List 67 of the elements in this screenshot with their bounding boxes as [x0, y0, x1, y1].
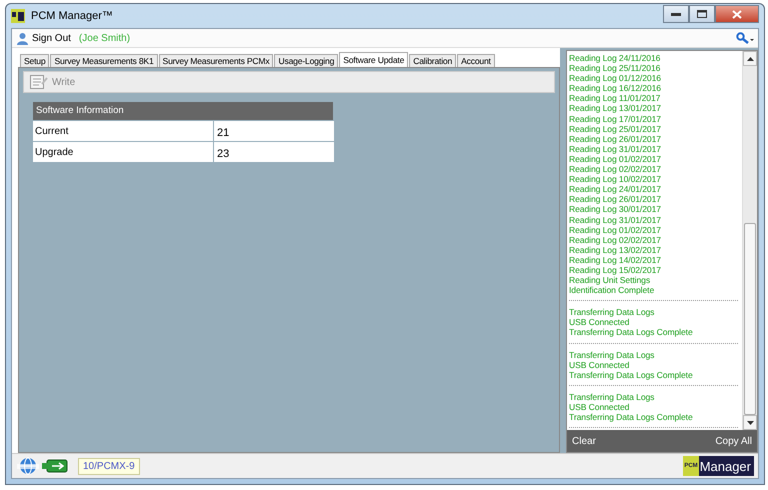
log-line: Reading Log 26/01/2017	[569, 194, 662, 204]
log-line: USB Connected	[569, 402, 630, 412]
log-line: Reading Log 25/11/2016	[569, 63, 662, 74]
maximize-button[interactable]	[689, 5, 715, 23]
search-icon	[736, 32, 754, 44]
search-button[interactable]	[736, 32, 754, 44]
log-line: Reading Log 13/01/2017	[569, 103, 662, 114]
table-cell: 21	[214, 121, 334, 141]
log-line: Reading Log 01/02/2017	[569, 224, 662, 235]
document-icon	[30, 75, 48, 89]
log-line: Reading Log 25/01/2017	[569, 124, 662, 134]
tab[interactable]: Usage-Logging	[274, 54, 338, 67]
log-line: Reading Log 26/01/2017	[569, 134, 662, 144]
log-line: Reading Log 14/02/2017	[569, 254, 662, 265]
table-cell: Upgrade	[33, 142, 213, 162]
minimize-button[interactable]	[663, 5, 689, 23]
tab[interactable]: Software Update	[339, 52, 408, 67]
sign-out-button[interactable]: Sign Out	[16, 32, 71, 44]
log-line: Transferring Data Logs	[569, 307, 656, 318]
scroll-down-icon[interactable]	[746, 420, 754, 424]
log-line: Reading Log 31/01/2017	[569, 144, 662, 154]
user-name: (Joe Smith)	[78, 32, 130, 44]
log-line: Reading Log 01/12/2016	[569, 73, 662, 84]
clear-button[interactable]: Clear	[571, 434, 597, 448]
tab[interactable]: Survey Measurements 8K1	[50, 54, 158, 67]
app-icon	[11, 9, 25, 23]
usb-icon[interactable]	[42, 458, 70, 474]
log-line: Transferring Data Logs	[569, 350, 656, 360]
log-line: Reading Log 24/11/2016	[569, 53, 662, 64]
log-line: Transferring Data Logs	[569, 392, 656, 402]
user-icon	[16, 32, 29, 44]
tab[interactable]: Survey Measurements PCMx	[158, 54, 274, 67]
log-line: Reading Log 30/01/2017	[569, 204, 662, 214]
log-line: Transferring Data Logs Complete	[569, 370, 694, 380]
tab[interactable]: Calibration	[409, 54, 456, 67]
scrollbar[interactable]	[742, 51, 757, 430]
log-line: Reading Log 17/01/2017	[569, 114, 662, 124]
log-line: USB Connected	[569, 360, 630, 370]
log-line: Reading Log 01/02/2017	[569, 154, 662, 164]
log-line: Transferring Data Logs Complete	[569, 327, 694, 338]
log-line: Reading Log 10/02/2017	[569, 174, 662, 184]
close-button[interactable]	[715, 5, 759, 23]
close-icon	[732, 10, 742, 18]
log-line: USB Connected	[569, 317, 630, 328]
globe-icon[interactable]	[16, 457, 40, 475]
device-badge: 10/PCMX-9	[78, 458, 140, 474]
log-line: Reading Log 02/02/2017	[569, 164, 662, 174]
maximize-icon	[697, 10, 707, 18]
log-line: Reading Unit Settings	[569, 275, 652, 286]
log-line: Reading Log 13/02/2017	[569, 244, 662, 255]
window-title: PCM Manager™	[31, 10, 113, 22]
log-line: Transferring Data Logs Complete	[569, 412, 694, 422]
log-line: Reading Log 11/01/2017	[569, 93, 662, 104]
table-cell: 23	[214, 142, 334, 162]
log-line: Reading Log 15/02/2017	[569, 264, 662, 276]
tab[interactable]: Setup	[20, 54, 50, 67]
copy-all-button[interactable]: Copy All	[714, 434, 753, 448]
scroll-up-icon[interactable]	[746, 56, 754, 60]
log-line: Reading Log 16/12/2016	[569, 83, 662, 94]
log-line: Reading Log 02/02/2017	[569, 234, 662, 245]
tab[interactable]: Account	[457, 54, 495, 67]
minimize-icon	[671, 12, 681, 16]
section-header: Software Information	[33, 102, 333, 120]
log-line: Reading Log 31/01/2017	[569, 214, 662, 225]
log-line: Reading Log 24/01/2017	[569, 184, 662, 194]
table-cell: Current	[33, 121, 213, 141]
log-line: Identification Complete	[569, 285, 656, 296]
